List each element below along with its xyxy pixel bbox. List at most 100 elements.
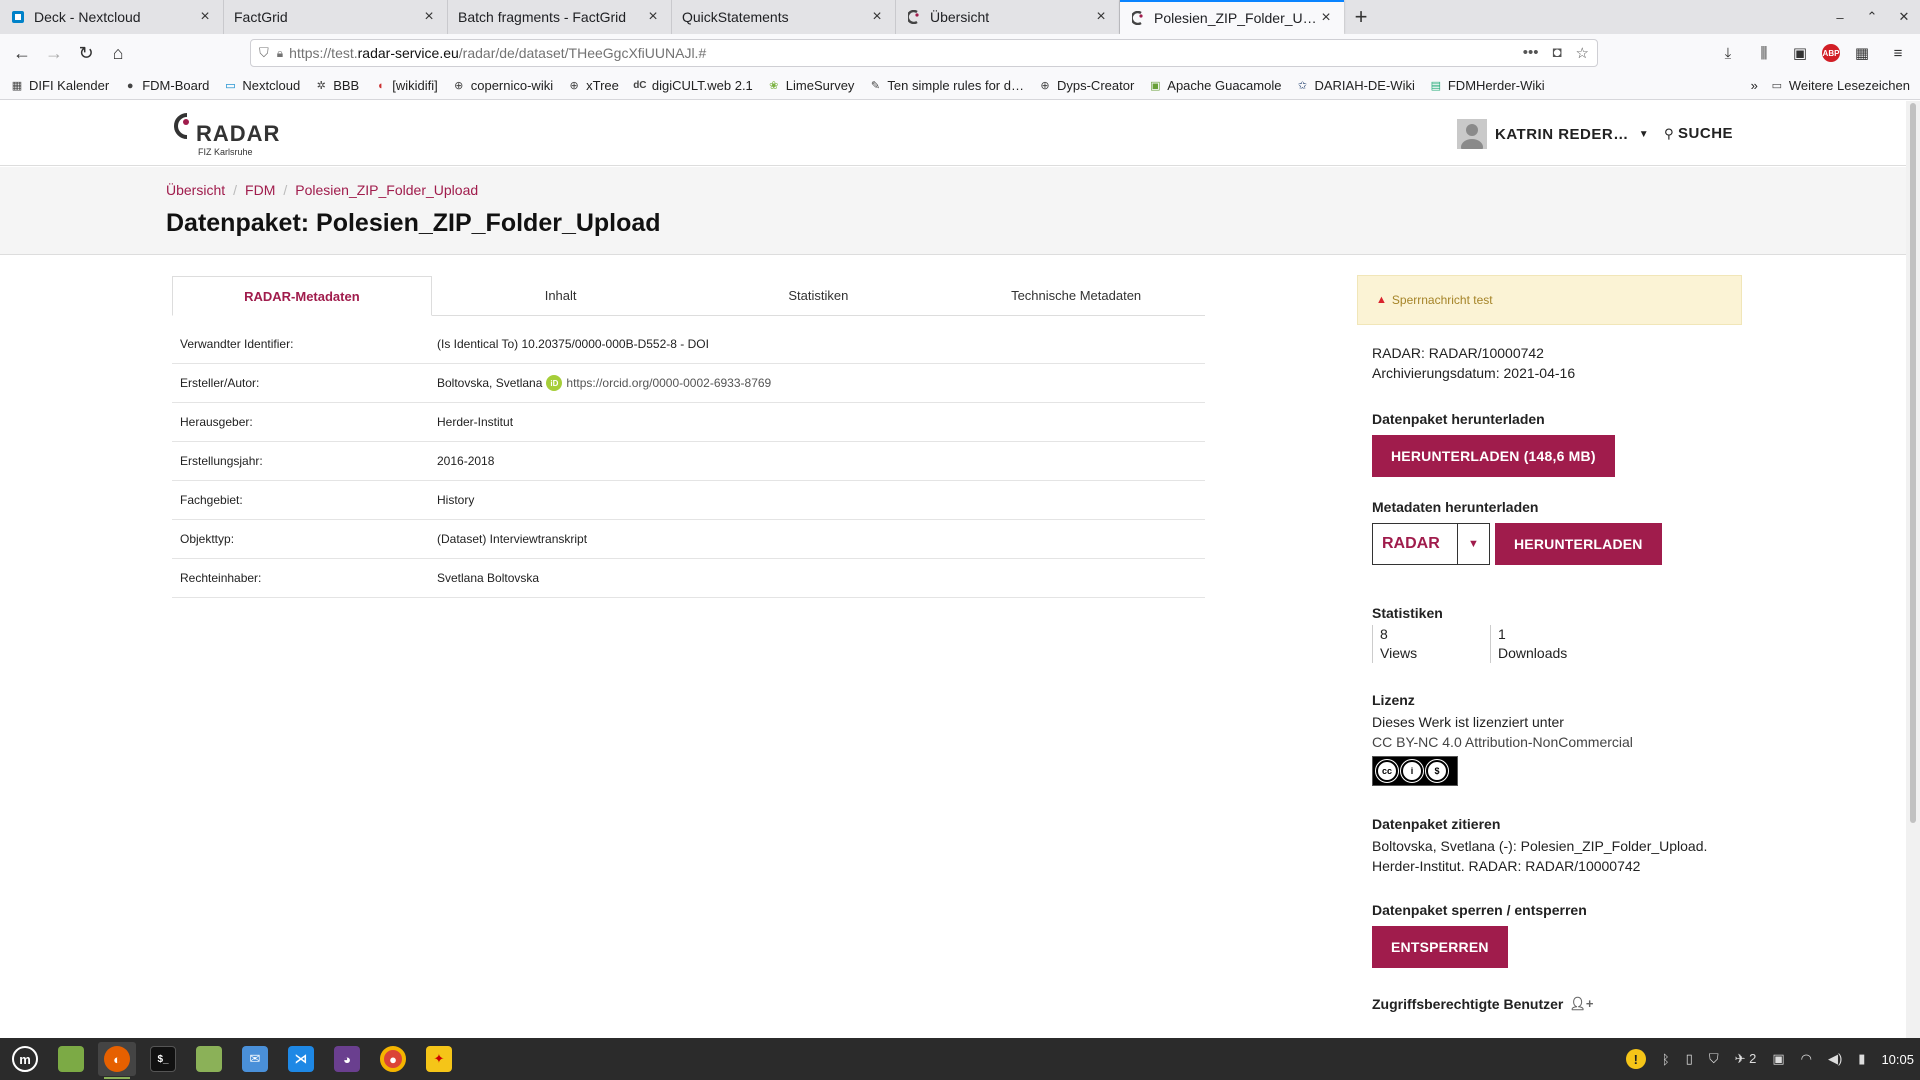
taskbar-firefox[interactable]: ◐ bbox=[98, 1042, 136, 1079]
logo-wordmark: RADAR bbox=[196, 121, 281, 146]
close-tab-icon[interactable]: × bbox=[869, 8, 885, 26]
bookmark-item[interactable]: ◖ [wikidifi] bbox=[373, 78, 438, 93]
sidebar-toggle-icon[interactable]: ▣ bbox=[1786, 39, 1814, 67]
lock-icon: 🔒︎ bbox=[276, 45, 284, 60]
browser-tab[interactable]: FactGrid × bbox=[224, 0, 448, 34]
bookmark-item[interactable]: ● FDM-Board bbox=[123, 78, 210, 93]
browser-tab[interactable]: Deck - Nextcloud × bbox=[0, 0, 224, 34]
bookmark-item[interactable]: ▣ Apache Guacamole bbox=[1148, 78, 1281, 93]
web-page: RADAR FIZ Karlsruhe KATRIN REDER… ▼ ⚲ SU… bbox=[0, 101, 1906, 1038]
bookmark-item[interactable]: ⊕ xTree bbox=[567, 78, 619, 93]
downloads-icon[interactable]: ⤓ bbox=[1714, 39, 1742, 67]
tab-statistics[interactable]: Statistiken bbox=[690, 276, 948, 315]
taskbar-files[interactable] bbox=[52, 1042, 90, 1076]
extensions-grid-icon[interactable]: ▦ bbox=[1848, 39, 1876, 67]
tab-radar-metadata[interactable]: RADAR-Metadaten bbox=[172, 276, 432, 316]
bookmark-item[interactable]: dC digiCULT.web 2.1 bbox=[633, 78, 753, 93]
cc-by-nc-badge[interactable]: cc i $ bbox=[1372, 756, 1458, 786]
other-bookmarks-label: Weitere Lesezeichen bbox=[1788, 78, 1910, 93]
close-tab-icon[interactable]: × bbox=[421, 8, 437, 26]
bookmark-item[interactable]: ⊕ Dyps-Creator bbox=[1038, 78, 1134, 93]
forward-icon[interactable]: → bbox=[38, 37, 70, 69]
taskbar-file-manager[interactable] bbox=[190, 1042, 228, 1076]
bookmark-item[interactable]: ❀ LimeSurvey bbox=[767, 78, 854, 93]
taskbar-mail[interactable]: ✉ bbox=[236, 1042, 274, 1076]
taskbar-terminal[interactable]: $_ bbox=[144, 1042, 182, 1076]
tab-content[interactable]: Inhalt bbox=[432, 276, 690, 315]
page-scrollbar[interactable] bbox=[1906, 101, 1920, 1038]
wiki-icon: ▤ bbox=[1430, 80, 1442, 92]
taskbar-app[interactable]: ✦ bbox=[420, 1042, 458, 1076]
close-window-icon[interactable]: ✕ bbox=[1888, 9, 1920, 25]
scrollbar-thumb[interactable] bbox=[1910, 103, 1916, 823]
radar-logo[interactable]: RADAR FIZ Karlsruhe bbox=[170, 107, 280, 159]
bookmark-item[interactable]: ⊕ copernico-wiki bbox=[452, 78, 553, 93]
metadata-format-select[interactable]: RADAR ▼ bbox=[1372, 523, 1490, 565]
more-bookmarks-icon[interactable]: » bbox=[1751, 78, 1758, 93]
search-label: SUCHE bbox=[1678, 125, 1734, 142]
page-actions-icon[interactable]: ••• bbox=[1523, 44, 1539, 62]
shield-icon[interactable]: ⛉ bbox=[259, 45, 269, 61]
download-dataset-button[interactable]: HERUNTERLADEN (148,6 MB) bbox=[1372, 435, 1615, 477]
download-metadata-button[interactable]: HERUNTERLADEN bbox=[1495, 523, 1662, 565]
browser-tab[interactable]: Übersicht × bbox=[896, 0, 1120, 34]
wifi-icon[interactable]: ◠ bbox=[1801, 1051, 1812, 1067]
library-icon[interactable]: ⫼ bbox=[1750, 39, 1778, 67]
url-bar[interactable]: ⛉ 🔒︎ https://test. radar-service.eu/radar… bbox=[250, 39, 1598, 67]
bookmark-star-icon[interactable]: ☆ bbox=[1576, 44, 1589, 62]
bookmark-item[interactable]: ✎ Ten simple rules for d… bbox=[868, 78, 1024, 93]
shield-tray-icon[interactable]: ⛉ bbox=[1709, 1051, 1719, 1067]
close-tab-icon[interactable]: × bbox=[1093, 8, 1109, 26]
search-link[interactable]: ⚲ SUCHE bbox=[1664, 125, 1733, 142]
orcid-link[interactable]: https://orcid.org/0000-0002-6933-8769 bbox=[566, 376, 771, 390]
new-tab-icon[interactable]: + bbox=[1344, 0, 1378, 34]
bookmark-item[interactable]: ✲ BBB bbox=[314, 78, 360, 93]
screenshot-icon[interactable]: ▣ bbox=[1772, 1051, 1784, 1067]
bookmark-item[interactable]: ▦ DIFI Kalender bbox=[10, 78, 109, 93]
home-icon[interactable]: ⌂ bbox=[102, 37, 134, 69]
notifications-icon[interactable]: ✈ 2 bbox=[1735, 1051, 1757, 1067]
menu-icon[interactable]: ≡ bbox=[1884, 39, 1912, 67]
add-user-icon[interactable]: 👤︎+ bbox=[1569, 996, 1593, 1012]
minimize-icon[interactable]: – bbox=[1824, 10, 1856, 25]
restore-icon[interactable]: ⌃ bbox=[1856, 9, 1888, 25]
bookmark-label: DIFI Kalender bbox=[29, 78, 110, 93]
bluetooth-icon[interactable]: ᛒ bbox=[1662, 1052, 1670, 1067]
start-menu-button[interactable]: m bbox=[6, 1042, 44, 1076]
breadcrumb-separator: / bbox=[233, 182, 238, 198]
taskbar-vscode[interactable]: ⋊ bbox=[282, 1042, 320, 1076]
bookmark-label: FDMHerder-Wiki bbox=[1447, 78, 1545, 93]
volume-icon[interactable]: ◀) bbox=[1828, 1051, 1842, 1067]
update-warning-icon[interactable]: ! bbox=[1625, 1049, 1646, 1069]
views-stat: 8 Views bbox=[1372, 625, 1490, 663]
other-bookmarks[interactable]: ▭ Weitere Lesezeichen bbox=[1770, 78, 1910, 93]
folder-icon: ▭ bbox=[225, 80, 236, 92]
user-menu[interactable]: KATRIN REDER… ▼ bbox=[1457, 119, 1649, 149]
unlock-button[interactable]: ENTSPERREN bbox=[1372, 926, 1508, 968]
bookmark-item[interactable]: ▭ Nextcloud bbox=[223, 78, 300, 93]
browser-tab[interactable]: Batch fragments - FactGrid × bbox=[448, 0, 672, 34]
user-name: KATRIN REDER… bbox=[1495, 125, 1629, 143]
pocket-icon[interactable]: ◘ bbox=[1552, 44, 1561, 62]
close-tab-icon[interactable]: × bbox=[645, 8, 661, 26]
breadcrumb-link-overview[interactable]: Übersicht bbox=[166, 182, 225, 198]
breadcrumb-link-fdm[interactable]: FDM bbox=[245, 182, 275, 198]
tab-technical-metadata[interactable]: Technische Metadaten bbox=[947, 276, 1205, 315]
browser-tab[interactable]: QuickStatements × bbox=[672, 0, 896, 34]
clipboard-icon[interactable]: ▯ bbox=[1686, 1051, 1693, 1067]
bookmark-item[interactable]: ▤ FDMHerder-Wiki bbox=[1429, 78, 1545, 93]
back-icon[interactable]: ← bbox=[6, 37, 38, 69]
alert-text: Sperrnachricht test bbox=[1391, 293, 1493, 307]
breadcrumb-current[interactable]: Polesien_ZIP_Folder_Upload bbox=[295, 182, 478, 198]
license-link[interactable]: CC BY-NC 4.0 Attribution-NonCommercial bbox=[1372, 732, 1742, 752]
close-tab-icon[interactable]: × bbox=[197, 8, 213, 26]
browser-tab-active[interactable]: Polesien_ZIP_Folder_Uplo… × bbox=[1120, 0, 1344, 34]
clock[interactable]: 10:05 bbox=[1881, 1052, 1914, 1067]
taskbar-pidgin[interactable]: ◕ bbox=[328, 1042, 366, 1076]
adblock-icon[interactable]: ABP bbox=[1822, 44, 1840, 62]
close-tab-icon[interactable]: × bbox=[1318, 9, 1334, 27]
bookmark-item[interactable]: ✩ DARIAH-DE-Wiki bbox=[1295, 78, 1415, 93]
battery-icon[interactable]: ▮ bbox=[1858, 1051, 1865, 1067]
taskbar-chrome[interactable]: ● bbox=[374, 1042, 412, 1076]
reload-icon[interactable]: ↻ bbox=[70, 37, 102, 69]
